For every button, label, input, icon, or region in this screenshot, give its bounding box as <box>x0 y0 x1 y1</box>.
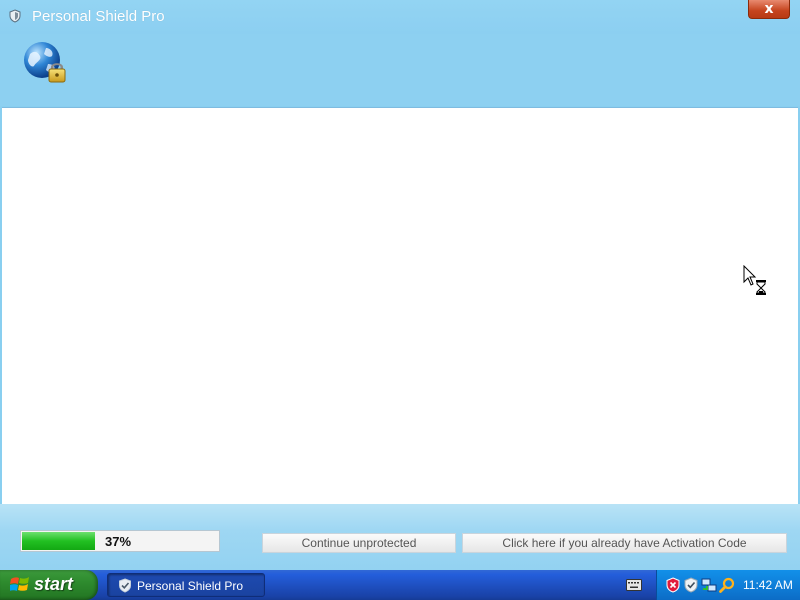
shield-icon <box>119 578 131 593</box>
search-icon[interactable] <box>719 577 735 593</box>
keyboard-icon[interactable] <box>626 579 642 591</box>
scan-progress-bar: 37% <box>20 530 220 552</box>
header-band <box>0 34 800 106</box>
taskbar-item-personal-shield-pro[interactable]: Personal Shield Pro <box>107 573 265 597</box>
system-tray: 11:42 AM <box>656 570 800 600</box>
taskbar-item-label: Personal Shield Pro <box>137 579 244 593</box>
content-area <box>2 107 798 504</box>
globe-lock-icon <box>24 42 66 83</box>
start-label: start <box>34 574 74 594</box>
windows-logo-icon <box>10 577 29 591</box>
busy-cursor-icon <box>743 265 766 295</box>
continue-unprotected-button[interactable]: Continue unprotected <box>262 533 456 553</box>
clock: 11:42 AM <box>743 578 793 592</box>
title-bar[interactable]: Personal Shield Pro x <box>0 0 800 34</box>
taskbar: start Personal Shield Pro 11:42 AM <box>0 570 800 600</box>
window-title: Personal Shield Pro <box>32 8 165 25</box>
close-button[interactable]: x <box>748 0 790 19</box>
activation-code-button[interactable]: Click here if you already have Activatio… <box>462 533 787 553</box>
shield-icon <box>9 9 21 23</box>
progress-percent: 37% <box>105 534 132 549</box>
network-icon[interactable] <box>701 577 717 593</box>
progress-fill <box>22 532 95 550</box>
start-button[interactable]: start <box>0 570 98 600</box>
security-alert-icon[interactable] <box>665 577 681 593</box>
app-window: Personal Shield Pro x 37% Continue unpro… <box>0 0 800 570</box>
shield-tray-icon[interactable] <box>683 577 699 593</box>
